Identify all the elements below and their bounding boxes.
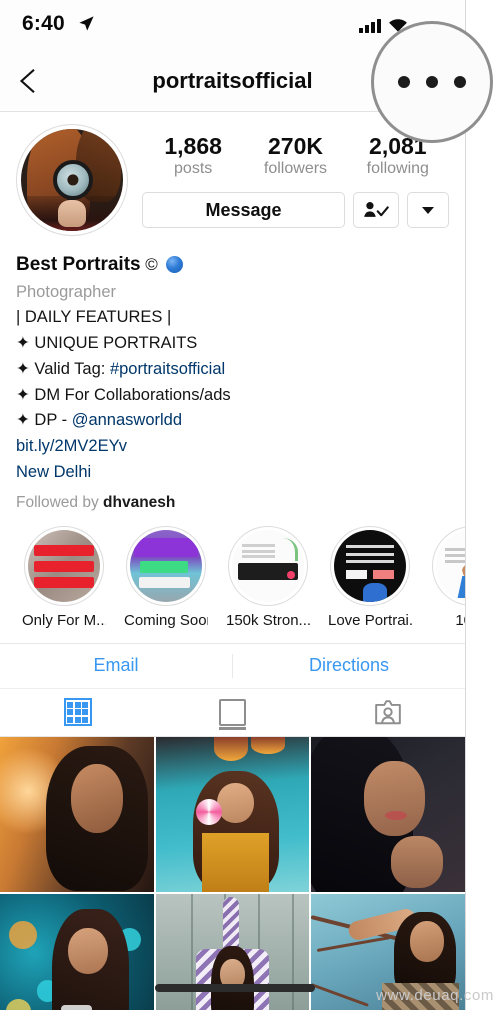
feed-tab[interactable] xyxy=(155,689,310,736)
grid-tab[interactable] xyxy=(0,689,155,736)
copyright-symbol: © xyxy=(145,255,158,274)
tagged-person-icon xyxy=(374,699,401,724)
highlight-cover xyxy=(334,529,406,602)
stat-followers[interactable]: 270K followers xyxy=(257,134,333,178)
highlight-circle-overlay xyxy=(371,21,493,143)
bio-dp-prefix: ✦ DP - xyxy=(16,411,72,430)
bio-line: | DAILY FEATURES | xyxy=(16,308,172,327)
highlight-cover xyxy=(130,529,202,602)
highlight-label: 150k Stron... xyxy=(226,611,310,629)
highlight-label: 1000 xyxy=(455,611,465,629)
bio-tag-prefix: ✦ Valid Tag: xyxy=(16,359,110,378)
grid-icon xyxy=(63,698,92,726)
photo-thumbnail[interactable] xyxy=(311,736,465,892)
profile-tabs xyxy=(0,689,465,737)
bio-section: Best Portraits © Photographer | DAILY FE… xyxy=(0,236,465,486)
watermark: www.deuaq.com xyxy=(376,987,494,1004)
stat-posts[interactable]: 1,868 posts xyxy=(155,134,231,178)
bio-category: Photographer xyxy=(16,282,116,301)
highlight-cover xyxy=(28,529,100,602)
highlight-label: Coming Soon xyxy=(124,611,208,629)
stat-label: posts xyxy=(174,160,213,178)
home-indicator xyxy=(155,984,315,992)
more-options-icon[interactable] xyxy=(398,76,466,88)
highlight-label: Love Portrai... xyxy=(328,611,412,629)
story-highlights: Only For M... Coming Soon 150k Stron... xyxy=(0,512,465,635)
directions-button[interactable]: Directions xyxy=(233,644,465,688)
photo-grid xyxy=(0,736,465,1010)
stat-value: 270K xyxy=(267,133,323,159)
screenshot-root: 6:40 portraitsofficial 1,868 posts 270K … xyxy=(0,0,500,1010)
photo-thumbnail[interactable] xyxy=(155,736,310,892)
bio-hashtag-link[interactable]: #portraitsofficial xyxy=(110,360,225,378)
bio-website-link[interactable]: bit.ly/2MV2EYv xyxy=(16,434,449,460)
highlight-item[interactable]: Coming Soon xyxy=(124,525,208,629)
highlight-label: Only For M... xyxy=(22,611,106,629)
feed-list-icon xyxy=(218,698,247,730)
highlight-cover xyxy=(232,529,304,602)
profile-action-buttons: Message xyxy=(142,192,449,229)
phone-screen: 6:40 portraitsofficial 1,868 posts 270K … xyxy=(0,0,466,1010)
followed-by-prefix: Followed by xyxy=(16,493,104,511)
bio-dm-line: ✦ DM For Collaborations/ads xyxy=(16,385,231,404)
avatar[interactable] xyxy=(16,124,128,236)
stat-value: 1,868 xyxy=(164,133,222,159)
email-button[interactable]: Email xyxy=(0,644,232,688)
highlight-cover xyxy=(436,529,465,602)
chevron-down-icon xyxy=(422,206,434,214)
cellular-signal-icon xyxy=(359,18,381,33)
bio-line: ✦ UNIQUE PORTRAITS xyxy=(16,334,198,353)
person-check-icon xyxy=(364,202,389,218)
bio-mention-link[interactable]: @annasworldd xyxy=(72,411,182,429)
highlight-item[interactable]: Only For M... xyxy=(22,525,106,629)
bio-dp-line: ✦ DP - @annasworldd xyxy=(16,408,449,434)
highlight-item[interactable]: Love Portrai... xyxy=(328,525,412,629)
photo-thumbnail[interactable] xyxy=(0,893,154,1010)
location-arrow-icon xyxy=(79,16,94,31)
status-time: 6:40 xyxy=(22,12,65,35)
highlight-item[interactable]: 150k Stron... xyxy=(226,525,310,629)
photo-thumbnail[interactable] xyxy=(0,736,154,892)
stat-label: following xyxy=(366,160,429,178)
followed-by-username: dhvanesh xyxy=(103,493,176,511)
blue-circle-emoji xyxy=(166,256,184,273)
message-button[interactable]: Message xyxy=(142,192,345,229)
tagged-tab[interactable] xyxy=(310,689,465,736)
contact-buttons: Email Directions xyxy=(0,642,465,689)
following-status-button[interactable] xyxy=(353,192,399,229)
stat-label: followers xyxy=(263,160,328,178)
followed-by-text[interactable]: Followed by dhvanesh xyxy=(0,486,465,512)
photo-thumbnail[interactable] xyxy=(155,893,310,1010)
highlight-item[interactable]: 1000 xyxy=(430,525,465,629)
bio-display-name: Best Portraits xyxy=(16,254,141,275)
bio-tag-line: ✦ Valid Tag: #portraitsofficial xyxy=(16,357,449,383)
bio-location-link[interactable]: New Delhi xyxy=(16,460,449,486)
suggestions-dropdown-button[interactable] xyxy=(407,192,449,229)
